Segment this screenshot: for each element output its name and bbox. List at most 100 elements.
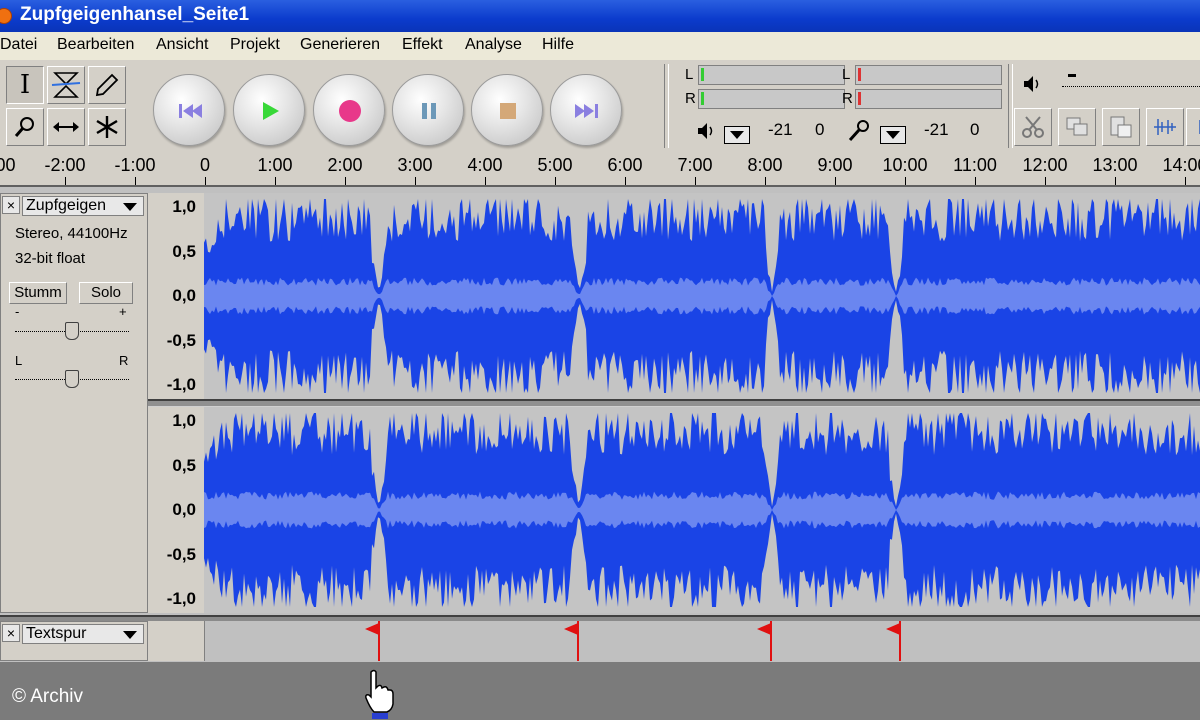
ruler-label: 12:00 <box>1022 155 1068 175</box>
ruler-label: 10:00 <box>882 155 928 175</box>
play-button[interactable] <box>233 74 305 146</box>
track-name-menu[interactable]: Zupfgeigen <box>22 196 144 216</box>
pan-slider-knob[interactable] <box>65 370 79 388</box>
label-track-name-menu[interactable]: Textspur <box>22 624 144 644</box>
ruler-label: 2:00 <box>327 155 363 175</box>
menu-effekt[interactable]: Effekt <box>402 36 443 54</box>
amplitude-scale-label: 0,0 <box>172 500 196 519</box>
ruler-tick <box>1115 177 1116 185</box>
app-icon <box>0 8 12 24</box>
menu-bearbeiten[interactable]: Bearbeiten <box>57 36 134 54</box>
record-button[interactable] <box>313 74 385 146</box>
label-marker[interactable] <box>365 621 380 661</box>
title-bar: Zupfgeigenhansel_Seite1 <box>0 0 1200 32</box>
label-track-lane[interactable] <box>204 621 1200 661</box>
playback-meter-dropdown[interactable] <box>724 126 750 144</box>
ruler-tick <box>625 177 626 185</box>
zoom-tool[interactable] <box>6 108 44 146</box>
ruler-tick <box>205 177 206 185</box>
track-area: × Zupfgeigen Stereo, 44100Hz 32-bit floa… <box>0 187 1200 662</box>
waveform-right-channel[interactable] <box>204 407 1200 613</box>
amplitude-scale-label: -1,0 <box>166 589 196 608</box>
label-marker[interactable] <box>886 621 901 661</box>
timeshift-tool[interactable] <box>47 108 85 146</box>
menu-datei[interactable]: Datei <box>0 36 37 54</box>
ruler-tick <box>65 177 66 185</box>
gain-minus-label: - <box>15 304 20 319</box>
stop-button[interactable] <box>471 74 543 146</box>
ruler-label: 4:00 <box>467 155 503 175</box>
gain-slider-knob[interactable] <box>65 322 79 340</box>
menu-projekt[interactable]: Projekt <box>230 36 280 54</box>
ruler-label: 11:00 <box>953 155 997 175</box>
paste-button[interactable] <box>1102 108 1140 146</box>
asterisk-icon <box>96 116 118 138</box>
envelope-tool[interactable] <box>47 66 85 104</box>
toolbar-separator <box>664 64 669 148</box>
menu-generieren[interactable]: Generieren <box>300 36 380 54</box>
timeline-ruler[interactable]: -3:00 -2:00 -1:00 0 1:00 2:00 3:00 4:00 5:00 6:00… <box>0 152 1200 187</box>
ruler-tick <box>835 177 836 185</box>
ruler-label: -3:00 <box>0 155 16 175</box>
pause-button[interactable] <box>392 74 464 146</box>
label-marker[interactable] <box>564 621 579 661</box>
toolbar-separator <box>1008 64 1013 148</box>
skip-start-icon <box>179 104 202 118</box>
cut-button[interactable] <box>1014 108 1052 146</box>
skip-end-icon <box>575 104 598 118</box>
copyright-credit: © Archiv <box>12 686 84 707</box>
menu-hilfe[interactable]: Hilfe <box>542 36 574 54</box>
gain-slider[interactable] <box>15 318 129 342</box>
ruler-label: 3:00 <box>397 155 433 175</box>
pencil-icon <box>95 73 119 97</box>
scissors-icon <box>1022 116 1044 138</box>
waveform-left-channel[interactable] <box>204 193 1200 399</box>
ruler-label: -2:00 <box>44 155 86 175</box>
record-meter-value-a: -21 <box>924 120 949 139</box>
toolbar-area: I L R -21 0 L R -21 0 <box>0 60 1200 153</box>
slider-knob[interactable] <box>1068 74 1076 77</box>
waveform-rms-envelope <box>204 277 1200 315</box>
label-marker[interactable] <box>757 621 772 661</box>
record-meter-dropdown[interactable] <box>880 126 906 144</box>
pan-slider[interactable] <box>15 366 129 390</box>
ruler-tick <box>275 177 276 185</box>
copy-button[interactable] <box>1058 108 1096 146</box>
solo-button[interactable]: Solo <box>79 282 133 304</box>
skip-start-button[interactable] <box>153 74 225 146</box>
menu-bar: Datei Bearbeiten Ansicht Projekt Generie… <box>0 32 1200 60</box>
double-arrow-icon <box>53 122 79 132</box>
ruler-tick <box>975 177 976 185</box>
label-track-scale <box>148 621 205 661</box>
stop-icon <box>500 103 516 119</box>
ruler-tick <box>345 177 346 185</box>
ruler-label: 14:00 <box>1162 155 1200 175</box>
skip-end-button[interactable] <box>550 74 622 146</box>
draw-tool[interactable] <box>88 66 126 104</box>
ruler-tick <box>485 177 486 185</box>
record-meter-right: R <box>842 89 1002 109</box>
ruler-tick <box>1045 177 1046 185</box>
amplitude-scale-label: 0,5 <box>172 455 196 475</box>
mute-button[interactable]: Stumm <box>9 282 67 304</box>
selection-tool[interactable]: I <box>6 66 44 104</box>
playback-meter-left: L <box>685 65 845 85</box>
dropdown-arrow-icon <box>123 203 137 211</box>
playback-meter-right: R <box>685 89 845 109</box>
amplitude-scale-label: -0,5 <box>166 330 196 350</box>
ruler-tick <box>765 177 766 185</box>
ruler-label: 0 <box>199 155 211 175</box>
menu-analyse[interactable]: Analyse <box>465 36 522 54</box>
track-close-button[interactable]: × <box>2 196 20 214</box>
magnifier-icon <box>14 117 34 137</box>
playback-volume-slider[interactable] <box>1062 72 1200 96</box>
label-track-close-button[interactable]: × <box>2 624 20 642</box>
trim-button[interactable] <box>1146 108 1184 146</box>
silence-button[interactable] <box>1186 108 1200 146</box>
record-icon <box>339 100 361 122</box>
menu-ansicht[interactable]: Ansicht <box>156 36 208 54</box>
amplitude-scale-left: 1,0 0,5 0,0 -0,5 -1,0 <box>148 193 205 399</box>
multi-tool[interactable] <box>88 108 126 146</box>
dropdown-arrow-icon <box>886 131 900 139</box>
channel-divider <box>148 399 1200 407</box>
